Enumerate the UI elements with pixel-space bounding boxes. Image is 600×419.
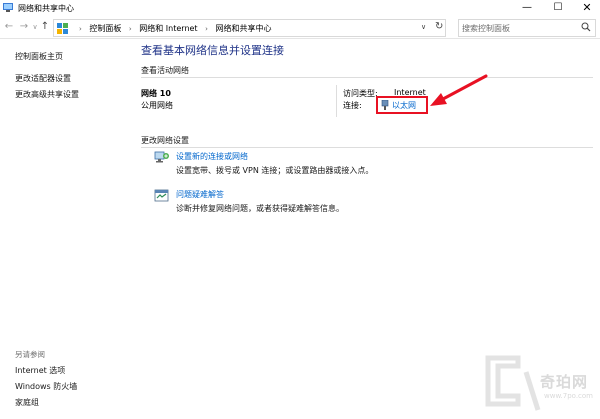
see-also-label: 另请参阅	[15, 350, 45, 359]
window-title: 网络和共享中心	[18, 4, 74, 13]
see-also-homegroup[interactable]: 家庭组	[15, 397, 39, 408]
breadcrumb-control-panel[interactable]: 控制面板	[89, 24, 121, 33]
breadcrumb-separator: ›	[79, 25, 82, 33]
task-troubleshoot: 问题疑难解答 诊断并修复网络问题，或者获得疑难解答信息。	[154, 189, 594, 219]
breadcrumb-separator[interactable]: ›	[129, 25, 132, 33]
watermark-text: 奇珀网	[540, 373, 589, 391]
access-type-label: 访问类型:	[343, 89, 378, 98]
see-also-internet-options[interactable]: Internet 选项	[15, 365, 65, 376]
up-button[interactable]: ↑	[39, 21, 51, 33]
change-settings-heading: 更改网络设置	[141, 136, 189, 145]
section-divider	[141, 147, 593, 148]
breadcrumb-network-sharing-center[interactable]: 网络和共享中心	[215, 24, 271, 33]
minimize-button[interactable]: —	[512, 0, 542, 16]
breadcrumb-separator[interactable]: ›	[205, 25, 208, 33]
troubleshoot-icon	[154, 189, 169, 202]
control-panel-icon	[57, 23, 68, 34]
close-button[interactable]: ✕	[572, 0, 600, 16]
breadcrumb-network-internet[interactable]: 网络和 Internet	[139, 24, 197, 33]
maximize-button[interactable]: ☐	[543, 0, 573, 16]
setup-new-connection-description: 设置宽带、拨号或 VPN 连接；或设置路由器或接入点。	[176, 166, 374, 175]
network-center-icon	[3, 3, 13, 12]
troubleshoot-problems-link[interactable]: 问题疑难解答	[176, 189, 224, 200]
sidebar-item-control-panel-home[interactable]: 控制面板主页	[15, 51, 63, 62]
search-box[interactable]	[458, 19, 596, 37]
connections-label: 连接:	[343, 101, 362, 110]
ethernet-icon	[381, 100, 389, 110]
network-name: 网络 10	[141, 89, 171, 98]
task-new-connection: 设置新的连接或网络 设置宽带、拨号或 VPN 连接；或设置路由器或接入点。	[154, 151, 594, 181]
address-dropdown-button[interactable]: ∨	[421, 23, 426, 31]
troubleshoot-problems-description: 诊断并修复网络问题，或者获得疑难解答信息。	[176, 204, 344, 213]
address-bar[interactable]: › 控制面板 › 网络和 Internet › 网络和共享中心 ∨ ↻	[53, 19, 446, 37]
network-info-divider	[336, 85, 337, 117]
ethernet-connection-label[interactable]: 以太网	[392, 100, 416, 111]
search-icon[interactable]	[581, 22, 591, 32]
setup-new-connection-link[interactable]: 设置新的连接或网络	[176, 151, 248, 162]
search-input[interactable]	[462, 22, 574, 34]
navigation-bar: ← → ∨ ↑ › 控制面板 › 网络和 Internet › 网络和共享中心 …	[0, 17, 600, 39]
network-type[interactable]: 公用网络	[141, 100, 173, 111]
refresh-button[interactable]: ↻	[435, 21, 443, 32]
new-connection-icon	[154, 151, 169, 163]
sidebar-item-change-advanced-sharing[interactable]: 更改高级共享设置	[15, 89, 79, 100]
left-navigation-pane: 控制面板主页 更改适配器设置 更改高级共享设置 另请参阅 Internet 选项…	[0, 40, 124, 419]
sidebar-item-change-adapter-settings[interactable]: 更改适配器设置	[15, 73, 71, 84]
section-divider	[141, 77, 593, 78]
see-also-windows-firewall[interactable]: Windows 防火墙	[15, 381, 77, 392]
ethernet-connection-link[interactable]: 以太网	[376, 96, 428, 114]
title-bar: 网络和共享中心 — ☐ ✕	[0, 0, 600, 16]
watermark-url: www.7po.com	[544, 392, 593, 400]
back-button[interactable]: ←	[3, 21, 15, 33]
active-networks-heading: 查看活动网络	[141, 66, 189, 75]
page-title: 查看基本网络信息并设置连接	[141, 44, 284, 57]
breadcrumb: › 控制面板 › 网络和 Internet › 网络和共享中心	[74, 23, 271, 34]
